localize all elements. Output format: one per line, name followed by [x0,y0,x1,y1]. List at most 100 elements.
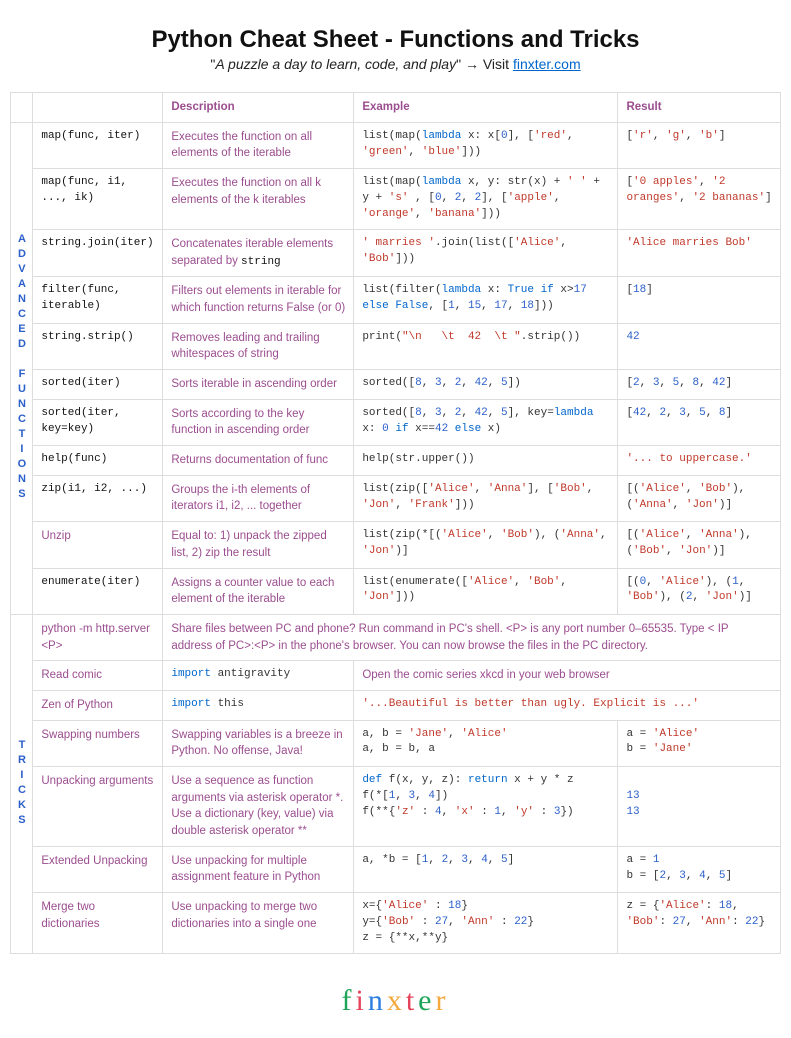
func-result: [18] [618,277,781,323]
func-name: filter(func, iterable) [33,277,163,323]
table-row: Read comicimport antigravityOpen the com… [11,661,781,691]
trick-result: '...Beautiful is better than ugly. Expli… [354,690,781,720]
table-row: Merge two dictionariesUse unpacking to m… [11,892,781,953]
trick-desc: Use unpacking for multiple assignment fe… [163,846,354,892]
table-row: TRICKSpython -m http.server <P>Share fil… [11,614,781,660]
trick-result: a = 1 b = [2, 3, 4, 5] [618,846,781,892]
func-result: [(0, 'Alice'), (1, 'Bob'), (2, 'Jon')] [618,568,781,614]
table-row: Zen of Pythonimport this'...Beautiful is… [11,690,781,720]
func-example: list(zip(*[('Alice', 'Bob'), ('Anna', 'J… [354,522,618,568]
subtitle: "A puzzle a day to learn, code, and play… [10,56,781,72]
logo-letter: n [368,984,387,1017]
func-result: ['0 apples', '2 oranges', '2 bananas'] [618,169,781,230]
func-result: ['r', 'g', 'b'] [618,122,781,168]
subtitle-quote: A puzzle a day to learn, code, and play [215,56,456,72]
func-desc: Sorts iterable in ascending order [163,370,354,400]
func-name: sorted(iter) [33,370,163,400]
func-example: list(map(lambda x: x[0], ['red', 'green'… [354,122,618,168]
func-name: zip(i1, i2, ...) [33,475,163,521]
trick-desc: Share files between PC and phone? Run co… [163,614,781,660]
trick-example: def f(x, y, z): return x + y * z f(*[1, … [354,766,618,846]
func-name: help(func) [33,446,163,476]
table-row: filter(func, iterable)Filters out elemen… [11,277,781,323]
table-row: help(func)Returns documentation of funch… [11,446,781,476]
table-row: map(func, i1, ..., ik)Executes the funct… [11,169,781,230]
func-desc: Concatenates iterable elements separated… [163,229,354,277]
func-example: ' marries '.join(list(['Alice', 'Bob'])) [354,229,618,277]
table-row: string.strip()Removes leading and traili… [11,323,781,369]
trick-code: import antigravity [163,661,354,691]
finxter-link[interactable]: finxter.com [513,56,581,72]
func-desc: Returns documentation of func [163,446,354,476]
table-row: sorted(iter, key=key)Sorts according to … [11,399,781,445]
logo-letter: e [418,984,435,1017]
func-example: list(enumerate(['Alice', 'Bob', 'Jon'])) [354,568,618,614]
section-label-tricks: TRICKS [11,614,33,953]
func-name: map(func, i1, ..., ik) [33,169,163,230]
logo-letter: f [341,984,355,1017]
func-desc: Executes the function on all elements of… [163,122,354,168]
table-row: Unpacking argumentsUse a sequence as fun… [11,766,781,846]
table-row: ADVANCED FUNCTIONSmap(func, iter)Execute… [11,122,781,168]
table-row: Swapping numbersSwapping variables is a … [11,720,781,766]
trick-result: 13 13 [618,766,781,846]
col-blank1 [11,93,33,123]
trick-name: Read comic [33,661,163,691]
func-result: 'Alice marries Bob' [618,229,781,277]
page-title: Python Cheat Sheet - Functions and Trick… [10,26,781,54]
table-row: UnzipEqual to: 1) unpack the zipped list… [11,522,781,568]
trick-code: import this [163,690,354,720]
trick-name: Unpacking arguments [33,766,163,846]
trick-example: a, b = 'Jane', 'Alice' a, b = b, a [354,720,618,766]
finxter-logo: finxter [10,984,781,1018]
func-example: list(filter(lambda x: True if x>17 else … [354,277,618,323]
func-desc: Groups the i-th elements of iterators i1… [163,475,354,521]
func-name: map(func, iter) [33,122,163,168]
header-row: Description Example Result [11,93,781,123]
trick-name: Merge two dictionaries [33,892,163,953]
trick-name: Extended Unpacking [33,846,163,892]
trick-desc: Use a sequence as function arguments via… [163,766,354,846]
func-name: string.strip() [33,323,163,369]
section-label-advanced: ADVANCED FUNCTIONS [11,122,33,614]
table-row: Extended UnpackingUse unpacking for mult… [11,846,781,892]
func-result: [('Alice', 'Anna'), ('Bob', 'Jon')] [618,522,781,568]
trick-example: x={'Alice' : 18} y={'Bob' : 27, 'Ann' : … [354,892,618,953]
func-result: 42 [618,323,781,369]
func-name: enumerate(iter) [33,568,163,614]
func-example: list(map(lambda x, y: str(x) + ' ' + y +… [354,169,618,230]
trick-result: z = {'Alice': 18, 'Bob': 27, 'Ann': 22} [618,892,781,953]
func-result: [42, 2, 3, 5, 8] [618,399,781,445]
func-desc: Sorts according to the key function in a… [163,399,354,445]
logo-letter: r [436,984,450,1017]
trick-note: Open the comic series xkcd in your web b… [354,661,781,691]
logo-letter: t [406,984,418,1017]
func-desc: Equal to: 1) unpack the zipped list, 2) … [163,522,354,568]
col-result: Result [618,93,781,123]
trick-name: Zen of Python [33,690,163,720]
trick-result: a = 'Alice' b = 'Jane' [618,720,781,766]
table-row: string.join(iter)Concatenates iterable e… [11,229,781,277]
col-example: Example [354,93,618,123]
table-row: zip(i1, i2, ...)Groups the i-th elements… [11,475,781,521]
func-result: '... to uppercase.' [618,446,781,476]
cheatsheet-table: Description Example Result ADVANCED FUNC… [10,92,781,954]
trick-name: Swapping numbers [33,720,163,766]
func-name: Unzip [33,522,163,568]
func-name: string.join(iter) [33,229,163,277]
func-desc: Filters out elements in iterable for whi… [163,277,354,323]
func-example: help(str.upper()) [354,446,618,476]
trick-name: python -m http.server <P> [33,614,163,660]
logo-letter: i [355,984,367,1017]
table-row: sorted(iter)Sorts iterable in ascending … [11,370,781,400]
func-example: list(zip(['Alice', 'Anna'], ['Bob', 'Jon… [354,475,618,521]
func-name: sorted(iter, key=key) [33,399,163,445]
trick-desc: Swapping variables is a breeze in Python… [163,720,354,766]
func-desc: Executes the function on all k elements … [163,169,354,230]
trick-desc: Use unpacking to merge two dictionaries … [163,892,354,953]
col-blank2 [33,93,163,123]
logo-letter: x [387,984,406,1017]
table-row: enumerate(iter)Assigns a counter value t… [11,568,781,614]
func-desc: Assigns a counter value to each element … [163,568,354,614]
trick-example: a, *b = [1, 2, 3, 4, 5] [354,846,618,892]
